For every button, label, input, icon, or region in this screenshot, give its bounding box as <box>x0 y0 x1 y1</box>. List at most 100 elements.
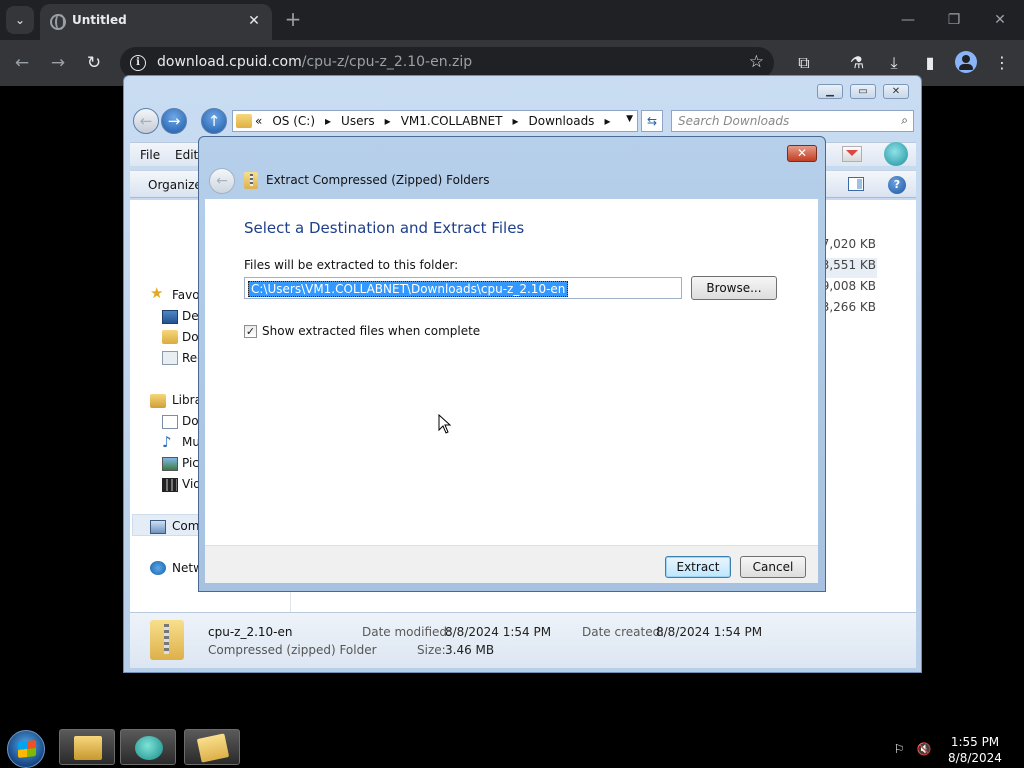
show-files-checkbox[interactable]: ✓ <box>244 325 257 338</box>
edge-icon <box>135 736 163 760</box>
site-info-icon[interactable]: i <box>130 55 146 71</box>
refresh-icon[interactable]: ⇆ <box>641 110 663 132</box>
explorer-close-button[interactable]: ✕ <box>883 84 909 99</box>
file-size: 3,266 KB <box>821 300 876 314</box>
taskbar-zip[interactable] <box>184 729 240 765</box>
search-input[interactable] <box>678 113 878 129</box>
new-tab-button[interactable]: + <box>282 8 304 30</box>
explorer-icon <box>74 736 102 760</box>
search-icon[interactable]: ⌕ <box>901 113 908 128</box>
explorer-address-bar[interactable]: «OS (C:) ▸ Users ▸ VM1.COLLABNET ▸ Downloads ▸ … <box>232 110 638 132</box>
taskbar-explorer[interactable] <box>59 729 115 765</box>
details-file-type: Compressed (zipped) Folder <box>208 643 377 657</box>
extract-dialog: ✕ ← Extract Compressed (Zipped) Folders … <box>198 136 826 592</box>
date-modified-value: 8/8/2024 1:54 PM <box>445 625 552 639</box>
back-button[interactable]: ← <box>10 51 34 75</box>
address-dropdown-icon[interactable]: ▼ <box>626 114 633 124</box>
help-icon[interactable]: ? <box>888 176 906 194</box>
dialog-content: Select a Destination and Extract Files F… <box>205 199 818 545</box>
taskbar-edge[interactable] <box>120 729 176 765</box>
extensions-icon[interactable]: ⧉ <box>792 51 816 75</box>
dialog-close-button[interactable]: ✕ <box>787 145 817 162</box>
browser-tab[interactable]: Untitled ✕ <box>40 4 272 40</box>
close-window-button[interactable]: ✕ <box>990 10 1010 30</box>
clock-time: 1:55 PM <box>950 735 1000 749</box>
date-created-label: Date created: <box>582 625 665 639</box>
destination-path-input[interactable]: C:\Users\VM1.COLLABNET\Downloads\cpu-z_2… <box>244 277 682 299</box>
downloads-folder-icon <box>162 330 178 344</box>
destination-label: Files will be extracted to this folder: <box>244 258 459 272</box>
start-button[interactable] <box>7 730 45 768</box>
organize-button[interactable]: Organize <box>148 178 202 192</box>
dialog-title: Extract Compressed (Zipped) Folders <box>266 173 490 187</box>
explorer-up-button[interactable]: ↑ <box>201 108 227 134</box>
show-files-label[interactable]: Show extracted files when complete <box>262 324 480 338</box>
computer-icon <box>150 520 166 534</box>
explorer-back-button[interactable]: ← <box>133 108 159 134</box>
explorer-forward-button[interactable]: → <box>161 108 187 134</box>
documents-icon <box>162 415 178 429</box>
explorer-minimize-button[interactable]: ▁ <box>817 84 843 99</box>
browser-tab-bar: ⌄ Untitled ✕ + — ❐ ✕ <box>0 0 1024 40</box>
restore-window-button[interactable]: ❐ <box>944 10 964 30</box>
details-pane: cpu-z_2.10-en Compressed (zipped) Folder… <box>130 612 916 668</box>
extract-button[interactable]: Extract <box>665 556 731 578</box>
tab-search-button[interactable]: ⌄ <box>6 6 34 34</box>
libraries-icon <box>150 394 166 408</box>
file-size: 7,020 KB <box>821 237 876 251</box>
details-file-name: cpu-z_2.10-en <box>208 625 293 639</box>
breadcrumb-os-c[interactable]: OS (C:) <box>272 114 315 128</box>
menu-edit[interactable]: Edit <box>175 148 198 162</box>
action-center-flag-icon[interactable]: ⚐ <box>891 742 907 756</box>
side-panel-icon[interactable]: ▮ <box>918 51 942 75</box>
breadcrumb: «OS (C:) ▸ Users ▸ VM1.COLLABNET ▸ Downloads ▸ <box>255 114 611 128</box>
breadcrumb-downloads[interactable]: Downloads <box>529 114 595 128</box>
tab-title: Untitled <box>72 13 127 27</box>
zip-folder-icon <box>244 172 258 189</box>
dialog-footer: Extract Cancel <box>205 545 818 583</box>
close-tab-icon[interactable]: ✕ <box>244 11 264 31</box>
search-box[interactable]: ⌕ <box>671 110 914 132</box>
taskbar: ⚐ 🔇 1:55 PM 8/8/2024 <box>0 726 1024 768</box>
downloads-icon[interactable]: ⤓ <box>882 51 906 75</box>
nav-downloads[interactable]: Do <box>182 330 199 344</box>
date-modified-label: Date modified: <box>362 625 452 639</box>
chevron-down-icon: ⌄ <box>14 13 26 27</box>
breadcrumb-users[interactable]: Users <box>341 114 375 128</box>
zip-folder-icon <box>196 733 230 763</box>
dialog-back-button[interactable]: ← <box>209 168 235 194</box>
size-value: 3.46 MB <box>445 643 495 657</box>
destination-path-value: C:\Users\VM1.COLLABNET\Downloads\cpu-z_2… <box>248 281 569 297</box>
network-icon <box>150 561 166 575</box>
menu-kebab-icon[interactable]: ⋮ <box>990 51 1014 75</box>
edge-icon[interactable] <box>884 142 908 166</box>
star-icon: ★ <box>150 284 164 302</box>
dialog-heading: Select a Destination and Extract Files <box>244 219 525 237</box>
videos-icon <box>162 478 178 492</box>
volume-muted-icon[interactable]: 🔇 <box>916 742 932 756</box>
cancel-button[interactable]: Cancel <box>740 556 806 578</box>
file-size: 3,551 KB <box>821 258 876 272</box>
breadcrumb-vm1[interactable]: VM1.COLLABNET <box>401 114 503 128</box>
mail-icon[interactable] <box>842 146 862 162</box>
globe-icon <box>50 14 66 30</box>
explorer-maximize-button[interactable]: ▭ <box>850 84 876 99</box>
labs-flask-icon[interactable]: ⚗ <box>845 51 869 75</box>
nav-computer[interactable]: Com <box>172 519 199 533</box>
nav-pictures[interactable]: Pic <box>182 456 199 470</box>
menu-file[interactable]: File <box>140 148 160 162</box>
forward-button[interactable]: → <box>46 51 70 75</box>
reload-button[interactable]: ↻ <box>82 51 106 75</box>
preview-pane-icon[interactable] <box>848 177 864 191</box>
recent-places-icon <box>162 351 178 365</box>
pictures-icon <box>162 457 178 471</box>
minimize-window-button[interactable]: — <box>898 10 918 30</box>
system-clock[interactable]: 1:55 PM 8/8/2024 <box>945 734 1005 766</box>
desktop-icon <box>162 310 178 324</box>
browse-button[interactable]: Browse... <box>691 276 777 300</box>
bookmark-star-icon[interactable]: ☆ <box>749 52 764 72</box>
profile-avatar-icon[interactable] <box>955 51 977 73</box>
folder-icon <box>236 114 252 128</box>
date-created-value: 8/8/2024 1:54 PM <box>656 625 763 639</box>
music-icon: ♪ <box>162 433 172 451</box>
